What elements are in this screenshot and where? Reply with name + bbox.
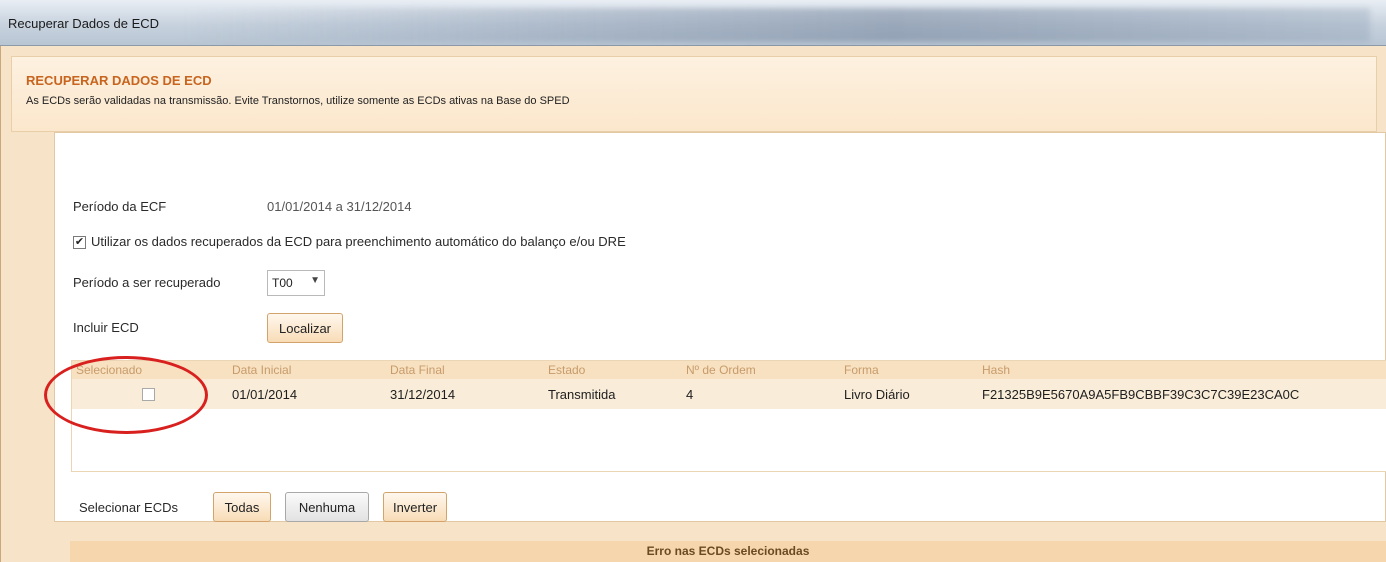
column-header-hash[interactable]: Hash xyxy=(982,363,1010,377)
periodo-recuperado-label: Período a ser recuperado xyxy=(73,275,221,290)
erro-ecds-header: Erro nas ECDs selecionadas xyxy=(70,541,1386,562)
cell-estado: Transmitida xyxy=(548,387,616,402)
periodo-recuperado-value: T00 xyxy=(272,276,293,290)
incluir-ecd-label: Incluir ECD xyxy=(73,320,139,335)
table-header: Selecionado Data Inicial Data Final Esta… xyxy=(72,361,1386,379)
periodo-recuperado-select[interactable]: T00 ▼ xyxy=(267,270,325,296)
cell-data-final: 31/12/2014 xyxy=(390,387,456,402)
column-header-data-final[interactable]: Data Final xyxy=(390,363,445,377)
cell-data-inicial: 01/01/2014 xyxy=(232,387,298,402)
row-select-checkbox[interactable] xyxy=(142,388,155,401)
main-panel: Período da ECF 01/01/2014 a 31/12/2014 ✔… xyxy=(54,132,1386,522)
window-title: Recuperar Dados de ECD xyxy=(8,16,160,31)
dialog-header: RECUPERAR DADOS DE ECD As ECDs serão val… xyxy=(11,56,1377,132)
todas-button[interactable]: Todas xyxy=(213,492,271,522)
localizar-button[interactable]: Localizar xyxy=(267,313,343,343)
blurred-background-titlebar xyxy=(180,8,1370,42)
cell-hash: F21325B9E5670A9A5FB9CBBF39C3C7C39E23CA0C xyxy=(982,387,1300,402)
selecionar-ecds-label: Selecionar ECDs xyxy=(79,500,178,515)
ecd-table: Selecionado Data Inicial Data Final Esta… xyxy=(71,360,1386,472)
cell-forma: Livro Diário xyxy=(844,387,910,402)
inverter-button[interactable]: Inverter xyxy=(383,492,447,522)
table-row[interactable]: 01/01/2014 31/12/2014 Transmitida 4 Livr… xyxy=(72,379,1386,409)
periodo-ecf-label: Período da ECF xyxy=(73,199,167,214)
utilizar-dados-checkbox[interactable]: ✔ xyxy=(73,236,86,249)
page-title: RECUPERAR DADOS DE ECD xyxy=(26,73,212,88)
column-header-forma[interactable]: Forma xyxy=(844,363,879,377)
utilizar-dados-label: Utilizar os dados recuperados da ECD par… xyxy=(91,234,626,249)
column-header-data-inicial[interactable]: Data Inicial xyxy=(232,363,291,377)
column-header-ordem[interactable]: Nº de Ordem xyxy=(686,363,756,377)
cell-ordem: 4 xyxy=(686,387,694,402)
chevron-down-icon: ▼ xyxy=(310,275,320,286)
page-subtitle: As ECDs serão validadas na transmissão. … xyxy=(26,95,570,107)
nenhuma-button[interactable]: Nenhuma xyxy=(285,492,369,522)
window-titlebar: Recuperar Dados de ECD xyxy=(0,0,1386,46)
column-header-selecionado[interactable]: Selecionado xyxy=(76,363,142,377)
periodo-ecf-value: 01/01/2014 a 31/12/2014 xyxy=(267,199,412,214)
column-header-estado[interactable]: Estado xyxy=(548,363,585,377)
